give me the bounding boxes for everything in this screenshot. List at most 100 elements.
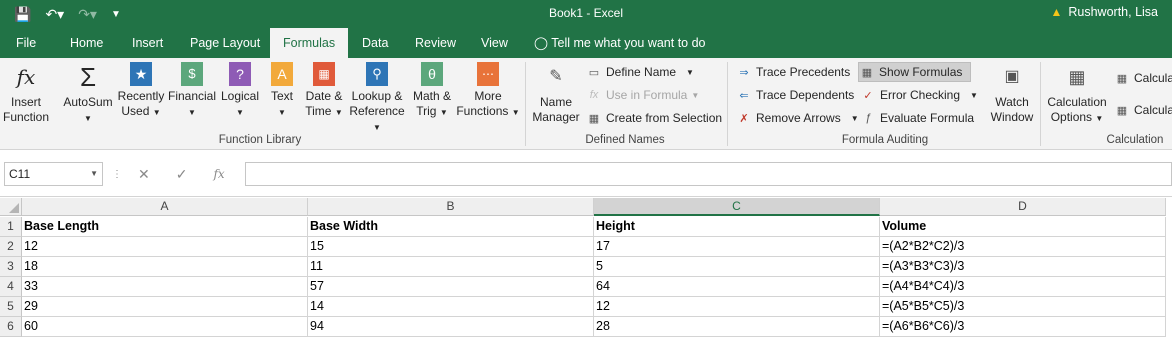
cell[interactable]: 12 (594, 297, 880, 317)
financial-icon: $ (181, 62, 203, 86)
cell[interactable]: Volume (880, 217, 1166, 237)
fx-icon: fx (589, 89, 599, 101)
recently-used-button[interactable]: ★ Recently Used ▼ (116, 62, 166, 120)
chevron-down-icon[interactable]: ▼ (90, 163, 98, 185)
row-header[interactable]: 2 (0, 237, 22, 257)
name-box[interactable]: C11 ▼ (4, 162, 103, 186)
column-header-b[interactable]: B (308, 198, 594, 216)
user-account[interactable]: ▲ Rushworth, Lisa (1050, 5, 1158, 19)
trace-dependents-icon: ⇐ (739, 89, 749, 102)
calculation-options-button[interactable]: ▦ Calculation Options ▼ (1044, 62, 1110, 126)
row-header[interactable]: 6 (0, 317, 22, 337)
tab-formulas[interactable]: Formulas (270, 28, 349, 58)
cell[interactable]: 33 (22, 277, 308, 297)
calculate-now-button[interactable]: ▦ Calcula (1114, 68, 1172, 88)
row-header[interactable]: 5 (0, 297, 22, 317)
cell[interactable]: =(A6*B6*C6)/3 (880, 317, 1166, 337)
ribbon-tabs: File Home Insert Page Layout Formulas Da… (0, 28, 1172, 58)
cell[interactable]: =(A5*B5*C5)/3 (880, 297, 1166, 317)
name-manager-button[interactable]: ✎ Name Manager (530, 62, 582, 125)
chevron-down-icon: ▼ (84, 114, 92, 123)
cell[interactable]: 18 (22, 257, 308, 277)
trace-precedents-button[interactable]: ⇒ Trace Precedents (736, 62, 850, 82)
cell[interactable]: =(A3*B3*C3)/3 (880, 257, 1166, 277)
tab-page-layout[interactable]: Page Layout (190, 28, 260, 58)
tell-me-search[interactable]: ◯ Tell me what you want to do (534, 28, 706, 58)
tag-icon: ▭ (588, 66, 600, 79)
calendar-icon: ▦ (313, 62, 335, 86)
financial-button[interactable]: $ Financial ▼ (166, 62, 218, 120)
remove-arrows-button[interactable]: ✗ Remove Arrows ▼ (736, 108, 858, 128)
cell[interactable]: =(A2*B2*C2)/3 (880, 237, 1166, 257)
magnifier-icon: ⚲ (366, 62, 388, 86)
trace-precedents-icon: ⇒ (739, 66, 749, 79)
cell[interactable]: Base Width (308, 217, 594, 237)
cell[interactable]: Height (594, 217, 880, 237)
window-title: Book1 - Excel (548, 6, 624, 20)
autosum-button[interactable]: Σ AutoSum ▼ (60, 62, 116, 126)
tab-insert[interactable]: Insert (132, 28, 163, 58)
watch-window-button[interactable]: ▣ Watch Window (986, 62, 1038, 125)
more-functions-button[interactable]: ⋯ More Functions ▼ (456, 62, 520, 120)
formula-bar: C11 ▼ ⋮ ✕ ✓ fx (0, 151, 1172, 197)
cell[interactable]: 11 (308, 257, 594, 277)
cell[interactable]: 60 (22, 317, 308, 337)
use-in-formula-button[interactable]: fx Use in Formula ▼ (586, 85, 700, 105)
define-name-button[interactable]: ▭ Define Name ▼ (586, 62, 694, 82)
tab-file[interactable]: File (16, 28, 36, 58)
cell[interactable]: 17 (594, 237, 880, 257)
create-from-selection-button[interactable]: ▦ Create from Selection (586, 108, 722, 128)
cell[interactable]: 12 (22, 237, 308, 257)
calculate-sheet-icon: ▦ (1116, 104, 1128, 117)
insert-function-icon[interactable]: fx (213, 167, 224, 181)
tab-home[interactable]: Home (70, 28, 103, 58)
cell[interactable]: 28 (594, 317, 880, 337)
glasses-icon: ▣ (1004, 68, 1020, 85)
date-time-button[interactable]: ▦ Date & Time ▼ (302, 62, 346, 120)
trace-dependents-button[interactable]: ⇐ Trace Dependents (736, 85, 854, 105)
lookup-reference-button[interactable]: ⚲ Lookup & Reference ▼ (346, 62, 408, 135)
chevron-down-icon: ▼ (278, 108, 286, 117)
function-library-group-label: Function Library (218, 134, 302, 146)
row-header[interactable]: 4 (0, 277, 22, 297)
cell[interactable]: =(A4*B4*C4)/3 (880, 277, 1166, 297)
column-header-d[interactable]: D (880, 198, 1166, 216)
defined-names-group-label: Defined Names (585, 134, 665, 146)
row-header[interactable]: 3 (0, 257, 22, 277)
show-formulas-button[interactable]: ▦ Show Formulas (858, 62, 972, 82)
insert-function-button[interactable]: fx Insert Function (2, 62, 50, 125)
cell[interactable]: 64 (594, 277, 880, 297)
tab-review[interactable]: Review (415, 28, 456, 58)
select-all-button[interactable] (0, 198, 22, 216)
tab-view[interactable]: View (481, 28, 508, 58)
cell[interactable]: 57 (308, 277, 594, 297)
tab-data[interactable]: Data (362, 28, 388, 58)
title-bar: 💾 ↶▾ ↷▾ ▼ Book1 - Excel ▲ Rushworth, Lis… (0, 0, 1172, 28)
formula-input[interactable] (245, 162, 1172, 186)
column-header-a[interactable]: A (22, 198, 308, 216)
text-button[interactable]: A Text ▼ (264, 62, 300, 120)
calculate-sheet-button[interactable]: ▦ Calcula (1114, 100, 1172, 120)
fx-icon: fx (16, 65, 36, 89)
warning-icon: ▲ (1050, 5, 1063, 19)
name-manager-icon: ✎ (549, 68, 563, 85)
group-divider (1040, 62, 1041, 146)
cell[interactable]: 29 (22, 297, 308, 317)
calculation-group-label: Calculation (1106, 134, 1164, 146)
cell[interactable]: 15 (308, 237, 594, 257)
table-icon: ▦ (588, 112, 600, 125)
logical-button[interactable]: ? Logical ▼ (218, 62, 262, 120)
cell[interactable]: 14 (308, 297, 594, 317)
evaluate-formula-button[interactable]: ƒ Evaluate Formula (860, 108, 974, 128)
cell[interactable]: 94 (308, 317, 594, 337)
column-header-c[interactable]: C (594, 198, 880, 216)
cancel-icon[interactable]: ✕ (138, 166, 150, 183)
cell[interactable]: Base Length (22, 217, 308, 237)
sigma-icon: Σ (79, 62, 97, 92)
row-header[interactable]: 1 (0, 217, 22, 237)
theta-icon: θ (421, 62, 443, 86)
enter-icon[interactable]: ✓ (176, 166, 188, 183)
error-checking-button[interactable]: ✓ Error Checking ▼ (860, 85, 978, 105)
math-trig-button[interactable]: θ Math & Trig ▼ (410, 62, 454, 120)
cell[interactable]: 5 (594, 257, 880, 277)
